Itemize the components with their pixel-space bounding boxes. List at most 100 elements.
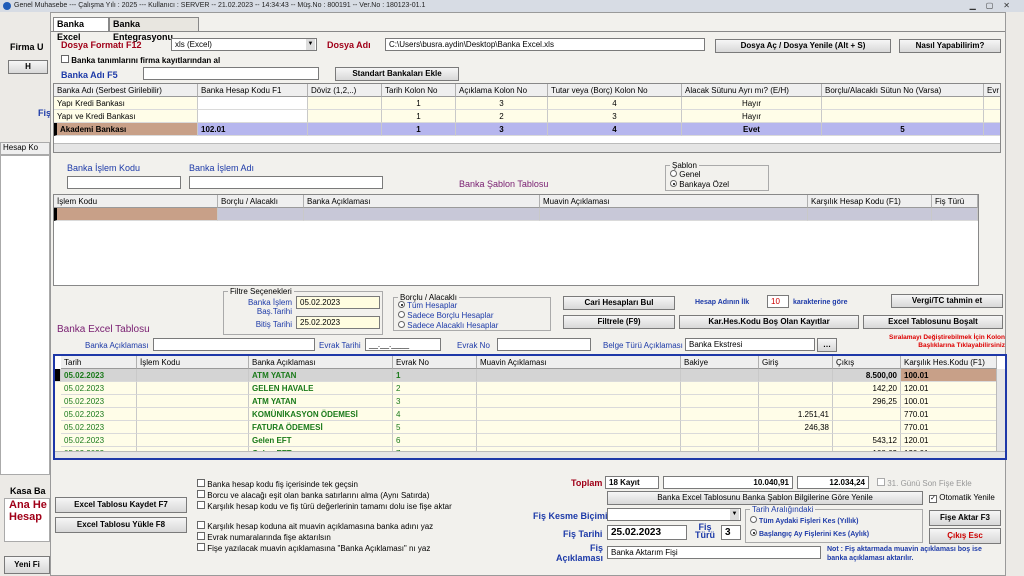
cell[interactable] [681,434,759,447]
banka-aciklamasi-input[interactable] [153,338,315,351]
cell[interactable]: FATURA ÖDEMESİ [249,421,393,434]
checkbox-icon[interactable] [197,479,205,487]
cell[interactable] [218,208,304,221]
chevron-down-icon[interactable]: ▼ [306,39,315,50]
cell[interactable] [681,421,759,434]
cari-hesaplari-bul-button[interactable]: Cari Hesapları Bul [563,296,675,310]
cell[interactable]: 5 [393,421,477,434]
son-fis-ekle-check[interactable]: 31. Günü Son Fişe Ekle [877,478,972,488]
checkbox-checked-icon[interactable]: ✓ [929,495,937,503]
cell[interactable]: 05.02.2023 [61,395,137,408]
cell[interactable]: ATM YATAN [249,369,393,382]
checkbox-icon[interactable] [61,55,69,63]
otomatik-yenile-check[interactable]: ✓ Otomatik Yenile [929,493,995,503]
col-banka-aciklamasi[interactable]: Banka Açıklaması [249,356,393,369]
cell[interactable]: 2 [393,382,477,395]
cell[interactable] [137,408,249,421]
cell[interactable] [477,382,681,395]
bg-button-h[interactable]: H [8,60,48,74]
cell[interactable]: 05.02.2023 [61,434,137,447]
dosya-adi-input[interactable]: C:\Users\busra.aydin\Desktop\Banka Excel… [385,38,705,51]
radio-selected-icon[interactable] [670,180,677,187]
bas-tarih-input[interactable]: 05.02.2023 [296,296,380,309]
tab-banka-excel[interactable]: Banka Excel [53,17,109,42]
cell[interactable]: 05.02.2023 [61,421,137,434]
cell[interactable] [681,382,759,395]
cell[interactable]: Yapı Kredi Bankası [54,97,198,110]
cell[interactable]: 1 [393,369,477,382]
belge-turu-lookup-button[interactable]: … [817,338,837,352]
cell[interactable] [198,110,308,123]
col-fis-turu[interactable]: Fiş Türü [932,195,978,208]
fis-tarihi-input[interactable]: 25.02.2023 [607,525,687,540]
cell[interactable] [137,395,249,408]
col-borclu-alacakli[interactable]: Borçlu / Alacaklı [218,195,304,208]
col-alacak-ayri[interactable]: Alacak Sütunu Ayrı mı? (E/H) [682,84,822,97]
cell[interactable]: Hayır [682,97,822,110]
cell[interactable] [681,395,759,408]
window-controls[interactable]: ▁▢✕ [970,1,1020,10]
chevron-down-icon[interactable]: ▼ [730,509,739,520]
cell[interactable]: Yapı ve Kredi Bankası [54,110,198,123]
checkbox-icon[interactable] [197,521,205,529]
cell[interactable]: 3 [456,123,548,136]
table-row[interactable]: 05.02.2023 GELEN HAVALE 2 142,20 120.01 [55,382,997,395]
tum-hesaplar-option[interactable]: Tüm Hesaplar [398,301,457,310]
table-row-selected[interactable]: Akademi Bankası 102.01 1 3 4 Evet 5 [54,123,1000,136]
sablon-ozel-option[interactable]: Bankaya Özel [670,180,729,189]
col-karsilik-hesap[interactable]: Karşılık Hesap Kodu (F1) [808,195,932,208]
karakter-input[interactable]: 10 [767,295,789,308]
cell[interactable] [477,395,681,408]
checkbox-icon[interactable] [197,532,205,540]
cell[interactable]: 3 [393,395,477,408]
cell[interactable]: 296,25 [833,395,901,408]
excel-grid-scrollbar[interactable] [55,451,1005,458]
col-tarih[interactable]: Tarih [61,356,137,369]
cell[interactable]: 5 [822,123,984,136]
cell[interactable] [304,208,540,221]
fis-kesme-select[interactable]: ▼ [607,508,741,521]
yillik-option[interactable]: Tüm Aydaki Fişleri Kes (Yıllık) [750,516,858,525]
cell[interactable]: ATM YATAN [249,395,393,408]
cell[interactable] [477,369,681,382]
cell[interactable] [477,434,681,447]
col-bakiye[interactable]: Bakiye [681,356,759,369]
cell[interactable] [477,408,681,421]
cell[interactable] [759,395,833,408]
cell[interactable]: 2 [456,110,548,123]
excel-bosalt-button[interactable]: Excel Tablosunu Boşalt [863,315,1003,329]
col-borclu-alacakli[interactable]: Borçlu/Alacaklı Sütun No (Varsa) [822,84,984,97]
excel-yukle-button[interactable]: Excel Tablosu Yükle F8 [55,517,187,533]
table-row-selected[interactable]: 05.02.2023 ATM YATAN 1 8.500,00 100.01 [55,369,997,382]
cell[interactable] [833,408,901,421]
cell[interactable]: 3 [548,110,682,123]
col-evr[interactable]: Evr [984,84,1000,97]
banka-sablon-grid[interactable]: İşlem Kodu Borçlu / Alacaklı Banka Açıkl… [53,194,979,286]
banka-excel-grid[interactable]: Tarih İşlem Kodu Banka Açıklaması Evrak … [53,354,1007,460]
cell[interactable]: 120.01 [901,434,997,447]
cell[interactable] [759,369,833,382]
checkbox-icon[interactable] [877,478,885,486]
cell[interactable]: KOMÜNİKASYON ÖDEMESİ [249,408,393,421]
cell[interactable]: 05.02.2023 [61,408,137,421]
cell[interactable] [984,123,1000,136]
sablon-genel-option[interactable]: Genel [670,170,701,179]
cell[interactable]: 05.02.2023 [61,369,137,382]
cell[interactable] [198,97,308,110]
borclu-hesaplar-option[interactable]: Sadece Borçlu Hesaplar [398,311,494,320]
cell[interactable] [833,421,901,434]
cell[interactable] [932,208,978,221]
col-tutar-kolon[interactable]: Tutar veya (Borç) Kolon No [548,84,682,97]
col-islem-kodu[interactable]: İşlem Kodu [137,356,249,369]
dosya-ac-button[interactable]: Dosya Aç / Dosya Yenile (Alt + S) [715,39,891,53]
cell[interactable]: 1 [382,123,456,136]
cell[interactable]: 100.01 [901,369,997,382]
cell[interactable]: 102.01 [198,123,308,136]
radio-selected-icon[interactable] [398,301,405,308]
option-tek-gecsin[interactable]: Banka hesap kodu fiş içerisinde tek geçs… [197,479,457,490]
col-banka-hesap-kodu[interactable]: Banka Hesap Kodu F1 [198,84,308,97]
banka-adi-input[interactable] [143,67,319,80]
islem-kodu-input[interactable] [67,176,181,189]
belge-turu-input[interactable]: Banka Ekstresi [685,338,815,351]
cell[interactable] [540,208,808,221]
